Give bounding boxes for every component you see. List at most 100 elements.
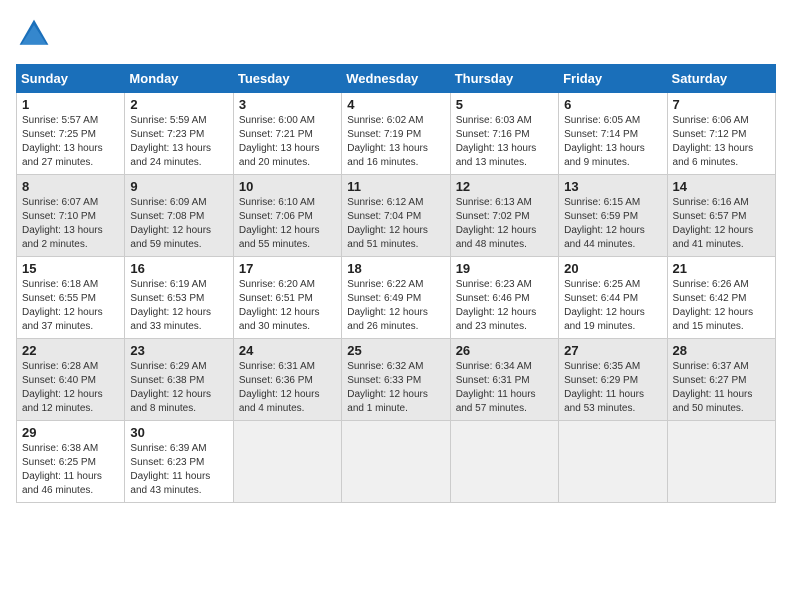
calendar-cell: 18 Sunrise: 6:22 AMSunset: 6:49 PMDayligh… [342, 257, 450, 339]
day-number: 24 [239, 343, 336, 358]
calendar-cell: 16 Sunrise: 6:19 AMSunset: 6:53 PMDayligh… [125, 257, 233, 339]
day-info: Sunrise: 6:37 AMSunset: 6:27 PMDaylight:… [673, 360, 770, 416]
calendar-cell: 24Sunrise: 6:31 AMSunset: 6:36 PMDayligh… [233, 339, 341, 421]
calendar-cell: 13 Sunrise: 6:15 AMSunset: 6:59 PMDayligh… [559, 175, 667, 257]
weekday-header-monday: Monday [125, 65, 233, 93]
day-info: Sunrise: 6:06 AMSunset: 7:12 PMDaylight:… [673, 114, 770, 170]
day-info: Sunrise: 6:29 AMSunset: 6:38 PMDaylight:… [130, 360, 227, 416]
day-number: 28 [673, 343, 770, 358]
calendar-cell: 10Sunrise: 6:10 AMSunset: 7:06 PMDayligh… [233, 175, 341, 257]
calendar-cell: 28 Sunrise: 6:37 AMSunset: 6:27 PMDayligh… [667, 339, 775, 421]
day-number: 7 [673, 97, 770, 112]
weekday-header-row: SundayMondayTuesdayWednesdayThursdayFrid… [17, 65, 776, 93]
day-number: 13 [564, 179, 661, 194]
day-number: 22 [22, 343, 119, 358]
calendar-cell [667, 421, 775, 503]
calendar-cell: 6 Sunrise: 6:05 AMSunset: 7:14 PMDaylight… [559, 93, 667, 175]
day-number: 6 [564, 97, 661, 112]
day-info: Sunrise: 6:03 AMSunset: 7:16 PMDaylight:… [456, 114, 553, 170]
day-number: 16 [130, 261, 227, 276]
day-number: 5 [456, 97, 553, 112]
day-info: Sunrise: 6:20 AMSunset: 6:51 PMDaylight:… [239, 278, 336, 334]
week-row-2: 8 Sunrise: 6:07 AMSunset: 7:10 PMDaylight… [17, 175, 776, 257]
calendar-table: SundayMondayTuesdayWednesdayThursdayFrid… [16, 64, 776, 503]
day-info: Sunrise: 6:15 AMSunset: 6:59 PMDaylight:… [564, 196, 661, 252]
calendar-body: 1 Sunrise: 5:57 AMSunset: 7:25 PMDaylight… [17, 93, 776, 503]
calendar-cell [559, 421, 667, 503]
day-number: 9 [130, 179, 227, 194]
calendar-cell [233, 421, 341, 503]
day-number: 11 [347, 179, 444, 194]
day-info: Sunrise: 6:39 AMSunset: 6:23 PMDaylight:… [130, 442, 227, 498]
day-number: 14 [673, 179, 770, 194]
day-info: Sunrise: 6:35 AMSunset: 6:29 PMDaylight:… [564, 360, 661, 416]
calendar-cell: 2 Sunrise: 5:59 AMSunset: 7:23 PMDaylight… [125, 93, 233, 175]
week-row-5: 29Sunrise: 6:38 AMSunset: 6:25 PMDayligh… [17, 421, 776, 503]
day-info: Sunrise: 5:57 AMSunset: 7:25 PMDaylight:… [22, 114, 119, 170]
day-info: Sunrise: 6:07 AMSunset: 7:10 PMDaylight:… [22, 196, 119, 252]
calendar-cell: 4 Sunrise: 6:02 AMSunset: 7:19 PMDaylight… [342, 93, 450, 175]
calendar-cell [342, 421, 450, 503]
day-info: Sunrise: 6:28 AMSunset: 6:40 PMDaylight:… [22, 360, 119, 416]
calendar-cell: 20Sunrise: 6:25 AMSunset: 6:44 PMDayligh… [559, 257, 667, 339]
day-number: 3 [239, 97, 336, 112]
calendar-cell: 5 Sunrise: 6:03 AMSunset: 7:16 PMDaylight… [450, 93, 558, 175]
week-row-1: 1 Sunrise: 5:57 AMSunset: 7:25 PMDaylight… [17, 93, 776, 175]
weekday-header-sunday: Sunday [17, 65, 125, 93]
day-number: 25 [347, 343, 444, 358]
week-row-4: 22 Sunrise: 6:28 AMSunset: 6:40 PMDayligh… [17, 339, 776, 421]
day-info: Sunrise: 6:00 AMSunset: 7:21 PMDaylight:… [239, 114, 336, 170]
calendar-cell: 1 Sunrise: 5:57 AMSunset: 7:25 PMDaylight… [17, 93, 125, 175]
day-info: Sunrise: 6:19 AMSunset: 6:53 PMDaylight:… [130, 278, 227, 334]
day-number: 18 [347, 261, 444, 276]
calendar-cell: 19 Sunrise: 6:23 AMSunset: 6:46 PMDayligh… [450, 257, 558, 339]
day-number: 2 [130, 97, 227, 112]
calendar-cell: 29Sunrise: 6:38 AMSunset: 6:25 PMDayligh… [17, 421, 125, 503]
day-info: Sunrise: 6:05 AMSunset: 7:14 PMDaylight:… [564, 114, 661, 170]
weekday-header-thursday: Thursday [450, 65, 558, 93]
day-number: 1 [22, 97, 119, 112]
day-number: 21 [673, 261, 770, 276]
calendar-cell: 27 Sunrise: 6:35 AMSunset: 6:29 PMDayligh… [559, 339, 667, 421]
day-info: Sunrise: 6:32 AMSunset: 6:33 PMDaylight:… [347, 360, 444, 416]
calendar-cell: 12 Sunrise: 6:13 AMSunset: 7:02 PMDayligh… [450, 175, 558, 257]
day-info: Sunrise: 6:26 AMSunset: 6:42 PMDaylight:… [673, 278, 770, 334]
day-number: 15 [22, 261, 119, 276]
day-info: Sunrise: 6:23 AMSunset: 6:46 PMDaylight:… [456, 278, 553, 334]
calendar-cell [450, 421, 558, 503]
day-info: Sunrise: 5:59 AMSunset: 7:23 PMDaylight:… [130, 114, 227, 170]
day-number: 23 [130, 343, 227, 358]
calendar-cell: 21 Sunrise: 6:26 AMSunset: 6:42 PMDayligh… [667, 257, 775, 339]
calendar-cell: 26Sunrise: 6:34 AMSunset: 6:31 PMDayligh… [450, 339, 558, 421]
day-info: Sunrise: 6:22 AMSunset: 6:49 PMDaylight:… [347, 278, 444, 334]
day-number: 4 [347, 97, 444, 112]
day-number: 19 [456, 261, 553, 276]
day-number: 17 [239, 261, 336, 276]
day-number: 12 [456, 179, 553, 194]
calendar-cell: 7 Sunrise: 6:06 AMSunset: 7:12 PMDaylight… [667, 93, 775, 175]
day-info: Sunrise: 6:18 AMSunset: 6:55 PMDaylight:… [22, 278, 119, 334]
weekday-header-friday: Friday [559, 65, 667, 93]
calendar-cell: 15 Sunrise: 6:18 AMSunset: 6:55 PMDayligh… [17, 257, 125, 339]
day-info: Sunrise: 6:12 AMSunset: 7:04 PMDaylight:… [347, 196, 444, 252]
day-number: 27 [564, 343, 661, 358]
calendar-cell: 17 Sunrise: 6:20 AMSunset: 6:51 PMDayligh… [233, 257, 341, 339]
weekday-header-saturday: Saturday [667, 65, 775, 93]
calendar-cell: 25 Sunrise: 6:32 AMSunset: 6:33 PMDayligh… [342, 339, 450, 421]
day-info: Sunrise: 6:10 AMSunset: 7:06 PMDaylight:… [239, 196, 336, 252]
weekday-header-tuesday: Tuesday [233, 65, 341, 93]
day-info: Sunrise: 6:09 AMSunset: 7:08 PMDaylight:… [130, 196, 227, 252]
day-info: Sunrise: 6:13 AMSunset: 7:02 PMDaylight:… [456, 196, 553, 252]
day-number: 30 [130, 425, 227, 440]
day-info: Sunrise: 6:38 AMSunset: 6:25 PMDaylight:… [22, 442, 119, 498]
day-info: Sunrise: 6:02 AMSunset: 7:19 PMDaylight:… [347, 114, 444, 170]
week-row-3: 15 Sunrise: 6:18 AMSunset: 6:55 PMDayligh… [17, 257, 776, 339]
day-info: Sunrise: 6:34 AMSunset: 6:31 PMDaylight:… [456, 360, 553, 416]
page-header [16, 16, 776, 52]
calendar-cell: 14Sunrise: 6:16 AMSunset: 6:57 PMDayligh… [667, 175, 775, 257]
calendar-cell: 11 Sunrise: 6:12 AMSunset: 7:04 PMDayligh… [342, 175, 450, 257]
calendar-cell: 3 Sunrise: 6:00 AMSunset: 7:21 PMDaylight… [233, 93, 341, 175]
day-number: 8 [22, 179, 119, 194]
calendar-cell: 8 Sunrise: 6:07 AMSunset: 7:10 PMDaylight… [17, 175, 125, 257]
calendar-cell: 23 Sunrise: 6:29 AMSunset: 6:38 PMDayligh… [125, 339, 233, 421]
